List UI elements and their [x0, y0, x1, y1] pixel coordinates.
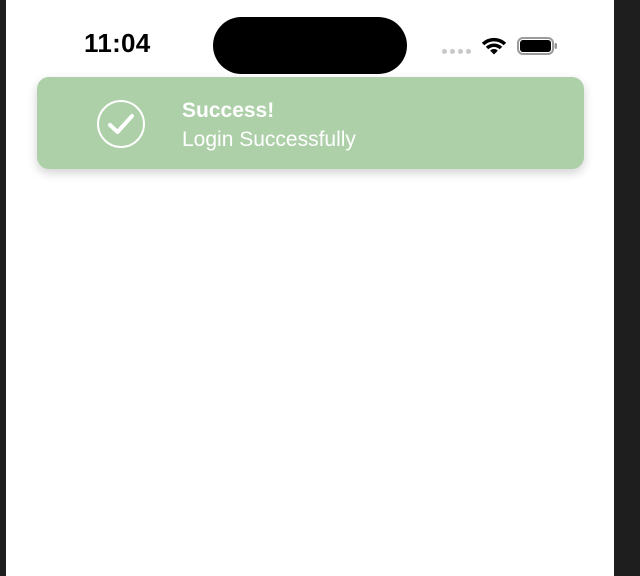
right-bezel	[614, 0, 640, 576]
phone-screen: 11:04 Success! Login Successfully	[6, 0, 614, 576]
toast-message: Login Successfully	[182, 128, 356, 151]
signal-icon	[442, 48, 471, 54]
toast-title: Success!	[182, 99, 275, 122]
battery-icon	[517, 36, 559, 56]
status-time: 11:04	[84, 28, 151, 58]
status-icons	[442, 34, 559, 58]
wifi-icon	[481, 36, 507, 56]
check-circle-icon	[96, 99, 146, 149]
dynamic-island	[213, 17, 407, 74]
screen-frame: 11:04 Success! Login Successfully	[0, 0, 640, 576]
success-toast[interactable]: Success! Login Successfully	[37, 77, 584, 169]
